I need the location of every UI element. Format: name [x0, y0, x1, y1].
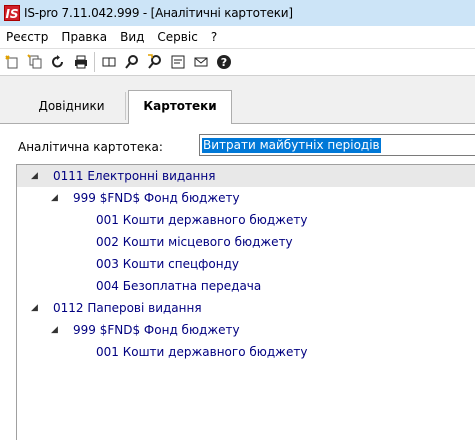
find-next-icon[interactable] — [144, 51, 166, 73]
new-record-icon[interactable] — [1, 51, 23, 73]
tree-node-label: 004 Безоплатна передача — [96, 279, 262, 293]
toolbar: ? — [0, 48, 475, 76]
menu-bar: Реєстр Правка Вид Сервіс ? — [0, 26, 475, 48]
toolbar-separator — [94, 52, 95, 72]
tree-node-label: 001 Кошти державного бюджету — [96, 345, 308, 359]
analytic-card-value: Витрати майбутніх періодів — [202, 138, 381, 153]
menu-help[interactable]: ? — [205, 30, 224, 44]
help-icon[interactable]: ? — [213, 51, 235, 73]
tree-node-label: 001 Кошти державного бюджету — [96, 213, 308, 227]
tree-node-label: 002 Кошти місцевого бюджету — [96, 235, 293, 249]
tree-node-label: 999 $FND$ Фонд бюджету — [73, 323, 240, 337]
main-panel: Довідники Картотеки Аналітична картотека… — [0, 76, 475, 440]
tree-node-label: 999 $FND$ Фонд бюджету — [73, 191, 240, 205]
window-title: IS-pro 7.11.042.999 - [Аналітичні картот… — [24, 6, 293, 20]
menu-registry[interactable]: Реєстр — [0, 30, 55, 44]
expanded-triangle-icon[interactable]: ◢ — [31, 165, 38, 187]
analytic-card-label: Аналітична картотека: — [18, 140, 163, 154]
form-icon[interactable] — [167, 51, 189, 73]
expanded-triangle-icon[interactable]: ◢ — [51, 319, 58, 341]
columns-icon[interactable] — [98, 51, 120, 73]
tree-node-label: 0112 Паперові видання — [53, 301, 202, 315]
tree-node-label: 003 Кошти спецфонду — [96, 257, 240, 271]
title-bar: IS IS-pro 7.11.042.999 - [Аналітичні кар… — [0, 0, 475, 26]
app-logo-icon: IS — [4, 5, 20, 21]
print-icon[interactable] — [70, 51, 92, 73]
refresh-icon[interactable] — [47, 51, 69, 73]
tab-card-files[interactable]: Картотеки — [128, 90, 232, 124]
tab-directories[interactable]: Довідники — [18, 92, 126, 120]
menu-view[interactable]: Вид — [114, 30, 151, 44]
expanded-triangle-icon[interactable]: ◢ — [51, 187, 58, 209]
copy-record-icon[interactable] — [24, 51, 46, 73]
mail-icon[interactable] — [190, 51, 212, 73]
menu-edit[interactable]: Правка — [55, 30, 114, 44]
tab-strip: Довідники Картотеки — [0, 76, 475, 124]
svg-text:?: ? — [221, 56, 227, 69]
expanded-triangle-icon[interactable]: ◢ — [31, 297, 38, 319]
tree-node-label: 0111 Електронні видання — [53, 169, 216, 183]
menu-service[interactable]: Сервіс — [151, 30, 204, 44]
tab-divider — [0, 123, 475, 124]
analytic-card-input[interactable]: Витрати майбутніх періодів — [199, 134, 475, 156]
analytics-tree: ◢ 0111 Електронні видання ◢ 999 $FND$ Фо… — [16, 164, 475, 440]
tree-node-0111[interactable]: ◢ 0111 Електронні видання — [17, 165, 475, 187]
find-icon[interactable] — [121, 51, 143, 73]
